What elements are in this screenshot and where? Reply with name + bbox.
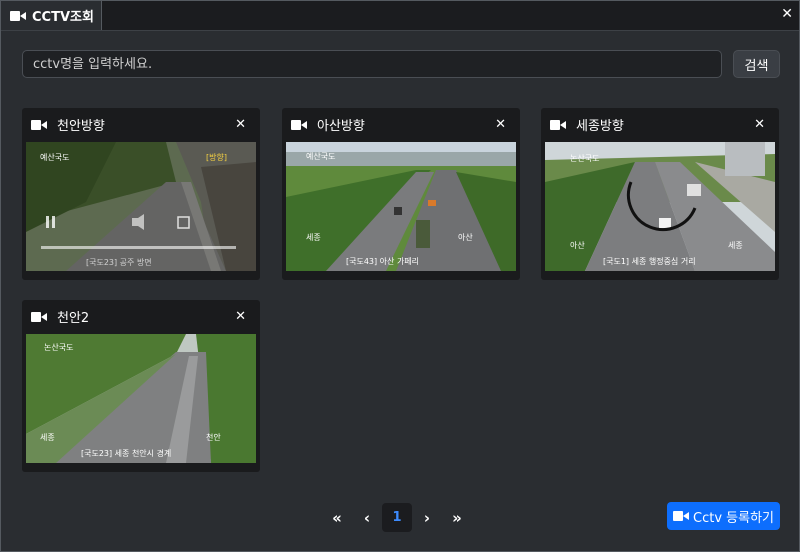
- cctv-card[interactable]: 아산방향 ✕ 세종 아산 예산국도 [국도43] 아산 가페리: [282, 108, 520, 280]
- page-number-button[interactable]: 1: [382, 503, 412, 532]
- cctv-video[interactable]: 논산국도 세종 천안 [국도23] 세종 천안시 경계: [26, 334, 256, 463]
- overlay-text: 세종: [40, 433, 55, 442]
- pagination: « ‹ 1 › »: [322, 503, 472, 532]
- overlay-text: 아산: [570, 240, 585, 250]
- register-cctv-button[interactable]: Cctv 등록하기: [667, 502, 780, 530]
- close-icon[interactable]: ✕: [754, 117, 765, 132]
- overlay-text: 천안: [206, 432, 221, 442]
- cctv-video[interactable]: 논산국도 아산 세종 [국도1] 세종 행정중심 거리: [545, 142, 775, 271]
- overlay-text: 세종: [306, 233, 321, 242]
- video-camera-icon: [31, 311, 47, 322]
- video-camera-icon: [31, 119, 47, 130]
- card-title: 천안2: [57, 311, 90, 326]
- search-input[interactable]: [22, 50, 722, 78]
- overlay-text: 논산국도: [570, 153, 599, 163]
- overlay-text: [국도23] 공주 방면: [86, 257, 152, 267]
- card-title: 아산방향: [317, 119, 365, 134]
- cctv-card[interactable]: 천안방향 ✕ 예산국도 [방향] [국도23] 공주 방면: [22, 108, 260, 280]
- card-title: 천안방향: [57, 119, 105, 134]
- cctv-video[interactable]: 세종 아산 예산국도 [국도43] 아산 가페리: [286, 142, 516, 271]
- register-label: Cctv 등록하기: [693, 510, 774, 526]
- card-header: 세종방향 ✕: [541, 108, 779, 141]
- first-page-button[interactable]: «: [322, 503, 352, 532]
- search-button[interactable]: 검색: [733, 50, 780, 78]
- overlay-text: 세종: [728, 241, 743, 250]
- overlay-text: [국도23] 세종 천안시 경계: [81, 448, 171, 458]
- video-camera-icon: [550, 119, 566, 130]
- overlay-text: [국도43] 아산 가페리: [346, 256, 419, 266]
- tab-cctv-lookup[interactable]: CCTV조회: [1, 1, 102, 30]
- tab-bar: CCTV조회 ✕: [1, 1, 799, 31]
- overlay-text: 예산국도: [40, 152, 69, 162]
- video-camera-icon: [10, 10, 26, 21]
- cctv-card[interactable]: 천안2 ✕ 논산국도 세종 천안 [국도23] 세종 천안시 경계: [22, 300, 260, 472]
- cctv-video[interactable]: 예산국도 [방향] [국도23] 공주 방면: [26, 142, 256, 271]
- card-header: 천안2 ✕: [22, 300, 260, 333]
- last-page-button[interactable]: »: [442, 503, 472, 532]
- video-camera-icon: [673, 511, 689, 521]
- overlay-text: [국도1] 세종 행정중심 거리: [603, 256, 696, 266]
- close-icon[interactable]: ✕: [235, 309, 246, 324]
- overlay-text: 예산국도: [306, 151, 335, 161]
- prev-page-button[interactable]: ‹: [352, 503, 382, 532]
- next-page-button[interactable]: ›: [412, 503, 442, 532]
- overlay-text: 논산국도: [44, 342, 73, 352]
- tab-title: CCTV조회: [32, 10, 94, 25]
- cctv-card[interactable]: 세종방향 ✕ 논산국도 아산 세종 [국도1] 세종 행정중심 거리: [541, 108, 779, 280]
- card-header: 아산방향 ✕: [282, 108, 520, 141]
- close-icon[interactable]: ✕: [781, 6, 793, 22]
- cctv-window: CCTV조회 ✕ 검색 천안방향 ✕ 예산국도 [방향]: [0, 0, 800, 552]
- progress-bar[interactable]: [41, 246, 236, 249]
- overlay-text: [방향]: [206, 152, 227, 162]
- close-icon[interactable]: ✕: [235, 117, 246, 132]
- card-title: 세종방향: [576, 119, 624, 134]
- video-camera-icon: [291, 119, 307, 130]
- overlay-text: 아산: [458, 232, 473, 242]
- card-header: 천안방향 ✕: [22, 108, 260, 141]
- close-icon[interactable]: ✕: [495, 117, 506, 132]
